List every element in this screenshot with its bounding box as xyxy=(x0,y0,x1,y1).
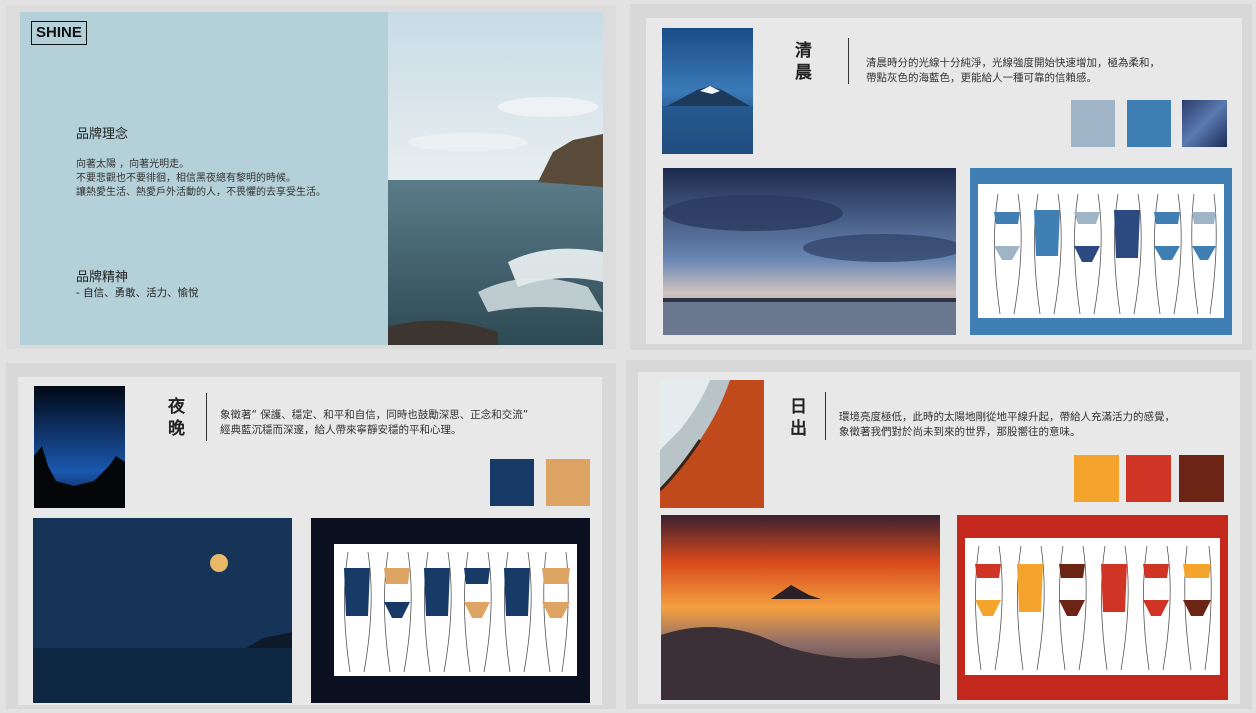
morning-divider xyxy=(848,38,849,84)
night-description: 象徵著“ 保護、穩定、和平和自信，同時也鼓勵深思、正念和交流” 經典藍沉穩而深邃… xyxy=(220,409,529,436)
sunrise-swatch-2 xyxy=(1126,455,1171,502)
spirit-title: 品牌精神 xyxy=(76,270,129,285)
morning-description: 清晨時分的光線十分純淨，光線強度開始快速增加，極為柔和， 帶點灰色的海藍色，更能… xyxy=(866,57,1160,84)
morning-swimwear-illustration[interactable] xyxy=(978,184,1224,318)
brand-logo: SHINE xyxy=(31,21,87,45)
sunrise-divider xyxy=(825,392,826,440)
night-swimwear-illustration[interactable] xyxy=(334,544,577,676)
morning-title: 清 晨 xyxy=(795,41,812,83)
morning-swatch-2 xyxy=(1127,100,1171,147)
spirit-line: 品牌精神 - 自信、勇敢、活力、愉悅 xyxy=(76,251,199,300)
sea-rock-photo xyxy=(388,12,603,345)
sunrise-sea-photo xyxy=(661,515,940,700)
night-divider xyxy=(206,393,207,441)
sunrise-description: 環境亮度極低，此時的太陽地剛從地平線升起，帶給人充滿活力的感覺， 象徵著我們對於… xyxy=(839,411,1175,438)
night-moon-photo xyxy=(33,518,292,703)
night-title: 夜 晚 xyxy=(168,397,185,439)
morning-sky-photo xyxy=(663,168,956,335)
spirit-values: - 自信、勇敢、活力、愉悅 xyxy=(76,287,199,299)
sunrise-title: 日 出 xyxy=(790,397,807,439)
morning-swatch-1 xyxy=(1071,100,1115,147)
coast-aerial-photo xyxy=(660,380,764,508)
night-swatch-1 xyxy=(490,459,534,506)
morning-swatch-3 xyxy=(1182,100,1227,147)
concept-body: 向著太陽 ，向著光明走。 不要悲觀也不要徘徊，相信黑夜總有黎明的時候。 讓熱愛生… xyxy=(76,159,326,198)
mount-fuji-photo xyxy=(662,28,753,154)
slide-morning: 清 晨 清晨時分的光線十分純淨，光線強度開始快速增加，極為柔和， 帶點灰色的海藍… xyxy=(630,4,1252,350)
sunrise-swimwear-illustration[interactable] xyxy=(965,538,1220,675)
concept-title: 品牌理念 xyxy=(76,127,129,142)
slide-night: 夜 晚 象徵著“ 保護、穩定、和平和自信，同時也鼓勵深思、正念和交流” 經典藍沉… xyxy=(6,363,616,709)
night-forest-photo xyxy=(34,386,125,508)
slide-sunrise: 日 出 環境亮度極低，此時的太陽地剛從地平線升起，帶給人充滿活力的感覺， 象徵著… xyxy=(626,360,1252,709)
sunrise-swatch-1 xyxy=(1074,455,1119,502)
sunrise-swatch-3 xyxy=(1179,455,1224,502)
night-swatch-2 xyxy=(546,459,590,506)
slide-brand-concept: SHINE 品牌理念 向著太陽 ，向著光明走。 不要悲觀也不要徘徊，相信黑夜總有… xyxy=(6,6,616,349)
